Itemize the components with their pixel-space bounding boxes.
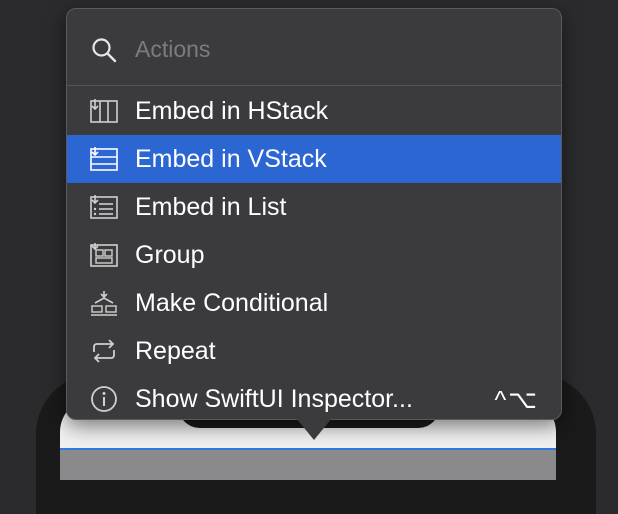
list-icon xyxy=(90,195,118,219)
vstack-icon xyxy=(90,147,118,171)
hstack-icon xyxy=(90,99,118,123)
popover-arrow xyxy=(296,418,332,440)
menu-item-label: Show SwiftUI Inspector... xyxy=(135,385,413,413)
menu-item-embed-in-hstack[interactable]: Embed in HStack xyxy=(67,87,561,135)
menu-item-label: Make Conditional xyxy=(135,289,329,317)
conditional-icon xyxy=(91,291,117,316)
menu-item-label: Group xyxy=(135,241,205,269)
menu-item-make-conditional[interactable]: Make Conditional xyxy=(67,279,561,327)
group-icon xyxy=(90,243,118,267)
menu-item-embed-in-list[interactable]: Embed in List xyxy=(67,183,561,231)
menu-item-label: Embed in HStack xyxy=(135,97,329,125)
menu-item-show-swiftui-inspector[interactable]: Show SwiftUI Inspector... ^⌥ xyxy=(67,375,561,423)
info-icon xyxy=(91,386,117,412)
actions-popover: Embed in HStack Embed in VStack Embed in xyxy=(66,8,562,420)
actions-menu: Embed in HStack Embed in VStack Embed in xyxy=(67,87,561,423)
keyboard-shortcut: ^⌥ xyxy=(494,386,539,414)
search-icon xyxy=(92,38,117,63)
menu-item-embed-in-vstack[interactable]: Embed in VStack xyxy=(67,135,561,183)
search-input[interactable] xyxy=(133,29,537,69)
menu-item-label: Embed in VStack xyxy=(135,145,327,173)
selected-view[interactable] xyxy=(60,448,556,480)
menu-item-label: Embed in List xyxy=(135,193,287,221)
menu-item-group[interactable]: Group xyxy=(67,231,561,279)
menu-item-label: Repeat xyxy=(135,337,216,365)
repeat-icon xyxy=(93,339,115,363)
menu-item-repeat[interactable]: Repeat xyxy=(67,327,561,375)
search-row xyxy=(67,9,561,86)
